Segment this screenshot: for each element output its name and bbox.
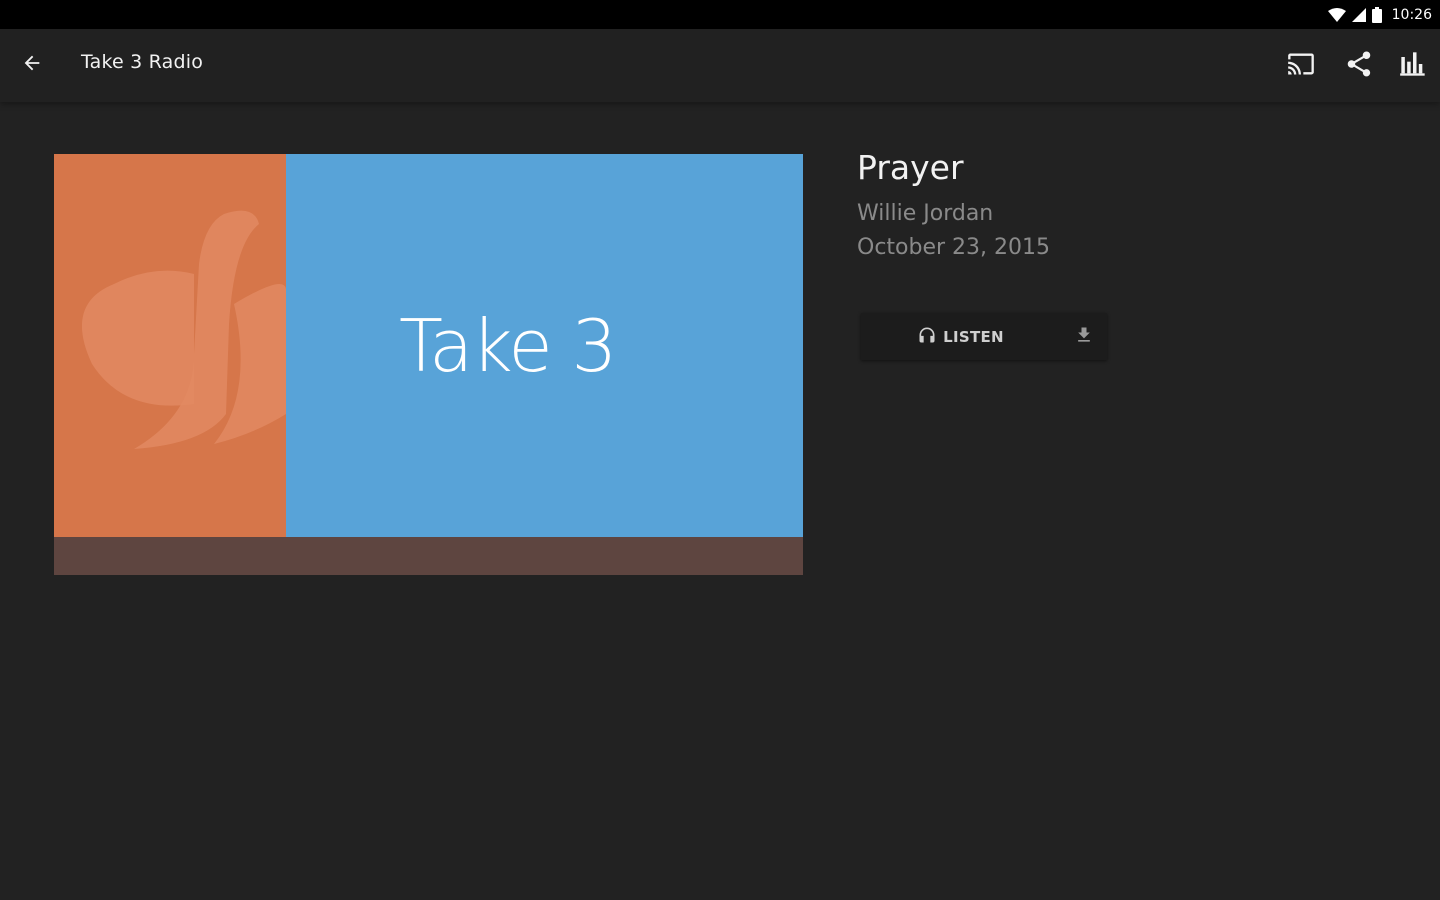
download-icon: [1074, 325, 1094, 349]
listen-label: LISTEN: [943, 327, 1004, 346]
episode-author: Willie Jordan: [857, 201, 994, 226]
headphones-icon: [917, 325, 937, 349]
listen-button-group: LISTEN: [861, 313, 1107, 360]
artwork-title: Take 3: [399, 304, 617, 388]
artwork-left-panel: [54, 154, 286, 537]
cell-signal-icon: [1351, 7, 1366, 22]
share-icon: [1344, 49, 1374, 83]
share-button[interactable]: [1340, 47, 1378, 85]
download-button[interactable]: [1060, 313, 1107, 360]
listen-button[interactable]: LISTEN: [861, 313, 1060, 360]
cast-button[interactable]: [1282, 47, 1320, 85]
arrow-left-icon: [21, 52, 43, 78]
artwork-bottom-strip: [54, 537, 803, 575]
app-title: Take 3 Radio: [81, 51, 204, 73]
cast-icon: [1287, 50, 1315, 82]
wifi-icon: [1327, 7, 1346, 22]
equalizer-icon: [1399, 50, 1427, 82]
battery-icon: [1371, 6, 1382, 23]
episode-date: October 23, 2015: [857, 235, 1051, 260]
equalizer-button[interactable]: [1394, 47, 1432, 85]
status-bar: 10:26: [0, 0, 1440, 29]
app-bar: Take 3 Radio: [0, 29, 1440, 102]
episode-artwork: Take 3: [54, 154, 803, 575]
episode-title: Prayer: [857, 148, 964, 187]
status-time: 10:26: [1391, 6, 1432, 23]
back-button[interactable]: [14, 47, 50, 83]
